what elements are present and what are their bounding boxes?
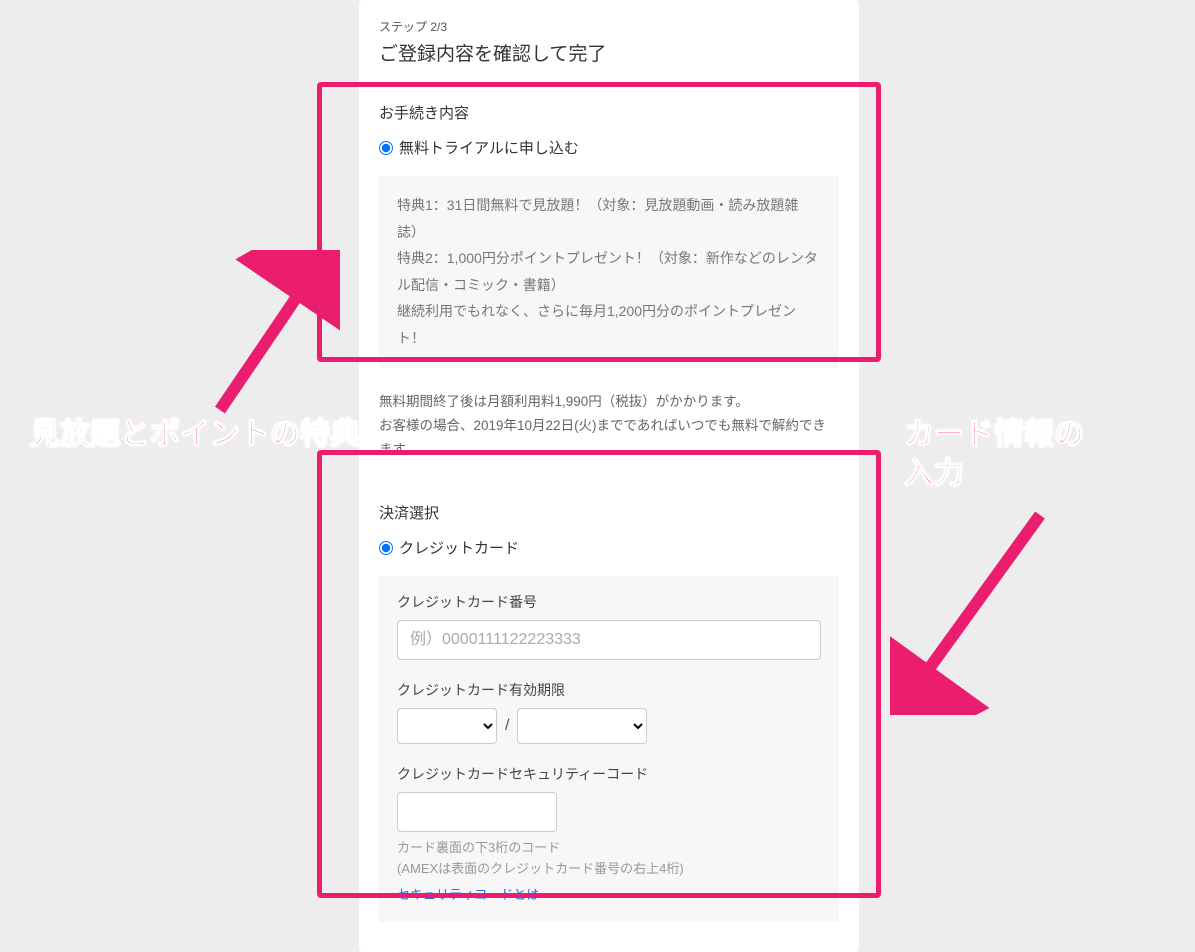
creditcard-form: クレジットカード番号 クレジットカード有効期限 / クレジットカードセキュリティ… — [379, 576, 839, 922]
card-security-hint: カード裏面の下3桁のコード(AMEXは表面のクレジットカード番号の右上4桁) — [397, 838, 821, 880]
card-expiry-row: / — [397, 708, 821, 744]
benefits-box: 特典1：31日間無料で見放題！（対象：見放題動画・読み放題雑誌）特典2：1,00… — [379, 176, 839, 368]
security-code-link[interactable]: セキュリティコードとは — [397, 884, 539, 903]
arrow-right-icon — [890, 505, 1060, 715]
card-security-input[interactable] — [397, 792, 557, 832]
creditcard-radio-label: クレジットカード — [399, 537, 519, 558]
card-expiry-month-select[interactable] — [397, 708, 497, 744]
registration-card: ステップ 2/3 ご登録内容を確認して完了 お手続き内容 無料トライアルに申し込… — [359, 0, 859, 952]
card-expiry-label: クレジットカード有効期限 — [397, 680, 821, 700]
card-security-label: クレジットカードセキュリティーコード — [397, 764, 821, 784]
payment-heading: 決済選択 — [379, 502, 839, 523]
expiry-slash: / — [505, 717, 509, 735]
callout-benefits: 見放題とポイントの特典 — [30, 415, 360, 454]
step-indicator: ステップ 2/3 — [379, 18, 839, 35]
trial-radio-row[interactable]: 無料トライアルに申し込む — [379, 137, 839, 158]
procedure-heading: お手続き内容 — [379, 102, 839, 123]
card-number-input[interactable] — [397, 620, 821, 660]
card-number-label: クレジットカード番号 — [397, 592, 821, 612]
arrow-left-icon — [200, 250, 340, 420]
page-title: ご登録内容を確認して完了 — [379, 39, 839, 66]
creditcard-radio[interactable] — [379, 541, 393, 555]
card-expiry-year-select[interactable] — [517, 708, 647, 744]
trial-note: 無料期間終了後は月額利用料1,990円（税抜）がかかります。お客様の場合、201… — [379, 390, 839, 463]
creditcard-radio-row[interactable]: クレジットカード — [379, 537, 839, 558]
callout-payment: カード情報の入力 — [904, 415, 1084, 493]
trial-radio-label: 無料トライアルに申し込む — [399, 137, 579, 158]
trial-radio[interactable] — [379, 141, 393, 155]
